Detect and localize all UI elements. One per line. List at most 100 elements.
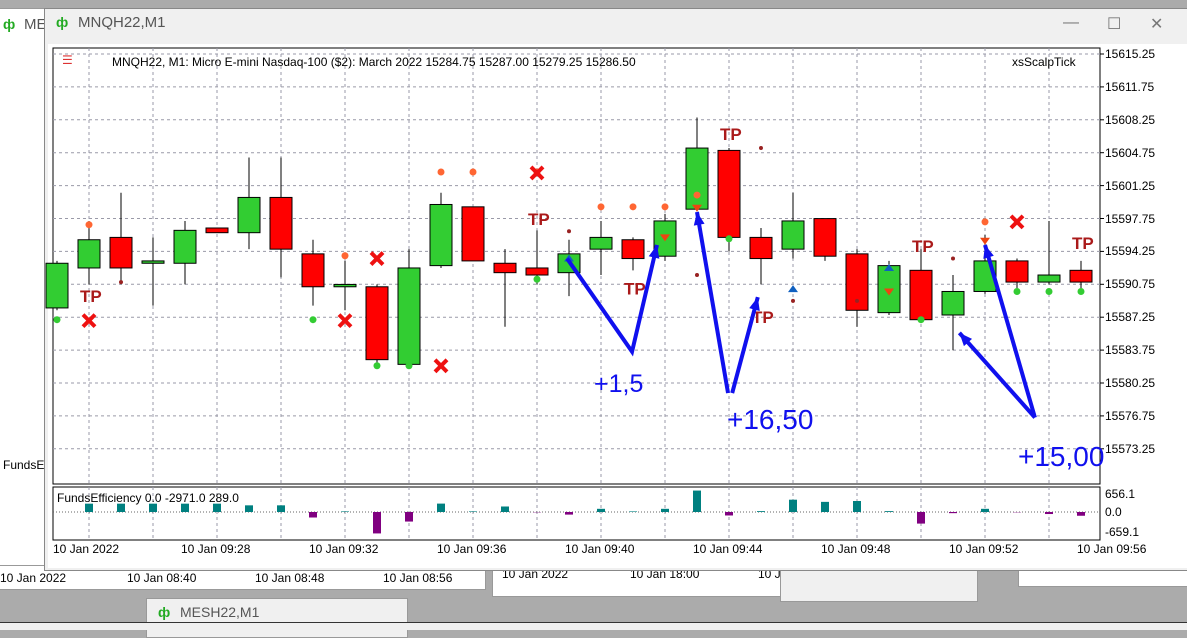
bull-candle: [942, 291, 964, 315]
annotation-arrow: [732, 297, 758, 393]
take-profit-label: TP: [80, 287, 102, 306]
bull-candle: [398, 268, 420, 364]
take-profit-label: TP: [912, 237, 934, 256]
bull-candle: [78, 240, 100, 268]
time-tick: 10 Jan 2022: [53, 542, 119, 556]
quick-trade-icon[interactable]: ☰: [62, 53, 73, 67]
time-tick: 10 Jan 09:56: [1077, 542, 1146, 556]
indicator-bar: [437, 504, 445, 512]
arrowhead-icon: [983, 245, 993, 259]
indicator-tick: 0.0: [1105, 505, 1122, 519]
indicator-bar: [725, 512, 733, 515]
bull-candle: [590, 237, 612, 249]
sell-stop-dot: [438, 169, 445, 176]
indicator-tick: 656.1: [1105, 487, 1135, 501]
chart-svg[interactable]: TPTPTPTPTPTPTP: [0, 0, 1187, 630]
price-tick: 15580.25: [1105, 376, 1155, 390]
indicator-bar: [885, 511, 893, 512]
indicator-bar: [597, 509, 605, 512]
buy-stop-dot: [406, 362, 413, 369]
buy-stop-dot: [918, 316, 925, 323]
bear-candle: [206, 228, 228, 233]
indicator-bar: [565, 512, 573, 515]
bear-candle: [366, 287, 388, 360]
indicator-bar: [245, 505, 253, 512]
indicator-bar: [405, 512, 413, 522]
time-tick: 10 Jan 09:28: [181, 542, 250, 556]
indicator-legend: FundsEfficiency 0.0 -2971.0 289.0: [57, 491, 239, 505]
x-mark-icon: [435, 360, 447, 372]
bull-candle: [782, 221, 804, 249]
sell-stop-dot: [982, 218, 989, 225]
sell-stop-dot: [86, 221, 93, 228]
annotation-label: +1,5: [594, 370, 643, 399]
bull-candle: [174, 230, 196, 263]
expert-name: xsScalpTick: [1012, 55, 1076, 69]
take-profit-label: TP: [624, 280, 646, 299]
price-tick: 15608.25: [1105, 113, 1155, 127]
annotation-label: +15,00: [1018, 441, 1104, 473]
indicator-bar: [373, 512, 381, 533]
take-profit-label: TP: [1072, 234, 1094, 253]
sell-stop-dot: [342, 252, 349, 259]
sell-stop-dot: [470, 169, 477, 176]
bear-candle: [526, 268, 548, 275]
take-profit-label: TP: [720, 125, 742, 144]
bear-candle: [1006, 261, 1028, 282]
time-tick: 10 Jan 09:44: [693, 542, 762, 556]
price-tick: 15587.25: [1105, 310, 1155, 324]
chart-header: MNQH22, M1: Micro E-mini Nasdaq-100 ($2)…: [112, 55, 636, 69]
price-tick: 15583.75: [1105, 343, 1155, 357]
indicator-bar: [309, 512, 317, 518]
price-tick: 15615.25: [1105, 47, 1155, 61]
indicator-bar: [757, 511, 765, 512]
time-tick: 10 Jan 09:48: [821, 542, 890, 556]
time-tick: 10 Jan 09:36: [437, 542, 506, 556]
bear-candle: [302, 254, 324, 287]
price-tick: 15590.75: [1105, 277, 1155, 291]
indicator-bar: [661, 509, 669, 512]
indicator-tick: -659.1: [1105, 525, 1139, 539]
time-tick: 10 Jan 09:52: [949, 542, 1018, 556]
sell-stop-dot: [598, 203, 605, 210]
price-tick: 15601.25: [1105, 179, 1155, 193]
bear-candle: [814, 219, 836, 257]
time-tick: 10 Jan 09:32: [309, 542, 378, 556]
price-tick: 15594.25: [1105, 244, 1155, 258]
signal-dot: [119, 280, 123, 284]
time-tick: 10 Jan 09:40: [565, 542, 634, 556]
bull-candle: [686, 148, 708, 209]
bull-candle: [142, 261, 164, 263]
buy-stop-dot: [374, 362, 381, 369]
bear-candle: [110, 237, 132, 268]
indicator-bar: [277, 505, 285, 512]
bear-candle: [622, 240, 644, 259]
indicator-bar: [1045, 512, 1053, 514]
bear-candle: [910, 270, 932, 319]
bull-candle: [46, 263, 68, 308]
annotation-arrow: [697, 212, 728, 393]
bear-candle: [750, 237, 772, 258]
price-tick: 15576.75: [1105, 409, 1155, 423]
indicator-bar: [821, 502, 829, 512]
x-mark-icon: [371, 253, 383, 265]
price-tick: 15597.75: [1105, 212, 1155, 226]
bear-candle: [718, 150, 740, 237]
bull-candle: [334, 284, 356, 286]
indicator-bar: [501, 506, 509, 512]
indicator-bar: [917, 512, 925, 524]
indicator-bar: [469, 511, 477, 512]
annotation-arrow: [567, 245, 657, 352]
buy-stop-dot: [54, 316, 61, 323]
buy-stop-dot: [1014, 288, 1021, 295]
signal-dot: [759, 146, 763, 150]
take-profit-label: TP: [528, 210, 550, 229]
annotation-label: +16,50: [727, 404, 813, 436]
bull-candle: [430, 204, 452, 265]
x-mark-icon: [1011, 216, 1023, 228]
bear-candle: [1070, 270, 1092, 282]
signal-dot: [567, 229, 571, 233]
indicator-bar: [789, 500, 797, 512]
bear-candle: [494, 263, 516, 272]
indicator-bar: [693, 491, 701, 512]
